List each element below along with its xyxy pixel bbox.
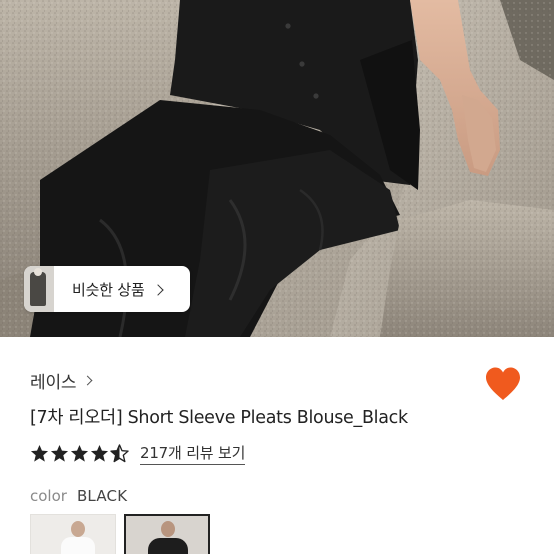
star-icon <box>50 444 69 462</box>
similar-products-label: 비슷한 상품 <box>72 280 145 299</box>
chevron-right-icon <box>151 283 164 296</box>
reviews-link[interactable]: 217개 리뷰 보기 <box>140 442 245 465</box>
star-icon <box>30 444 49 462</box>
rating-row: 217개 리뷰 보기 <box>30 442 245 465</box>
color-label: color <box>30 487 67 505</box>
color-swatches <box>30 514 218 554</box>
product-title: [7차 리오더] Short Sleeve Pleats Blouse_Blac… <box>30 408 408 428</box>
brand-link[interactable]: 레이스 <box>30 368 93 393</box>
product-hero-image: 비슷한 상품 <box>0 0 554 337</box>
similar-products-button[interactable]: 비슷한 상품 <box>24 266 190 312</box>
heart-icon <box>486 367 520 400</box>
color-selection-row: color BLACK <box>30 487 127 505</box>
selected-color-value: BLACK <box>76 487 128 505</box>
chevron-right-icon <box>82 375 93 386</box>
star-icon <box>70 444 89 462</box>
brand-name: 레이스 <box>30 373 77 393</box>
rating-stars <box>30 444 130 463</box>
wishlist-button[interactable] <box>484 366 522 402</box>
color-swatch-white[interactable] <box>30 514 116 554</box>
star-half-icon <box>110 444 129 463</box>
color-swatch-black-selected[interactable] <box>124 514 210 554</box>
similar-product-thumbnail <box>24 266 54 312</box>
star-icon <box>90 444 109 462</box>
